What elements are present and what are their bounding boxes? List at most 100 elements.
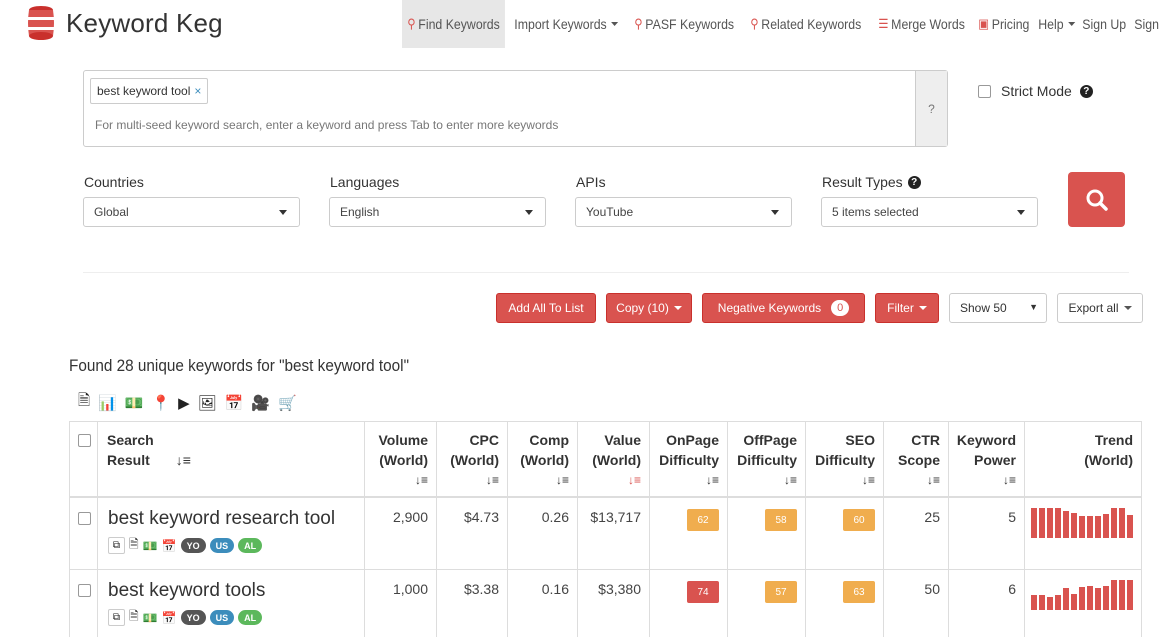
sort-icon[interactable]: ↓≡ <box>176 452 191 468</box>
col-offpage-difficulty[interactable]: OffPage Difficulty ↓≡ <box>728 422 806 496</box>
sort-icon[interactable]: ↓≡ <box>890 470 940 490</box>
header-label: (World) <box>520 452 569 468</box>
country-pill[interactable]: US <box>209 538 235 553</box>
negative-keywords-label: Negative Keywords <box>717 301 822 315</box>
brand-logo[interactable]: Keyword Keg <box>28 5 223 41</box>
header-label: (World) <box>592 452 641 468</box>
show-count-select[interactable]: Show 50 ▼ <box>949 293 1047 323</box>
table-header: Search Result ↓≡ Volume (World) ↓≡ CPC (Wor… <box>70 422 1141 498</box>
row-checkbox[interactable] <box>78 584 91 597</box>
add-all-to-list-button[interactable]: Add All To List <box>496 293 596 323</box>
sort-icon[interactable]: ↓≡ <box>955 470 1016 490</box>
youtube-source-pill[interactable]: YO <box>180 610 206 625</box>
sort-icon[interactable]: ↓≡ <box>514 470 569 490</box>
col-seo-difficulty[interactable]: SEO Difficulty ↓≡ <box>806 422 884 496</box>
trend-bar <box>1063 588 1069 610</box>
col-trend: Trend (World) <box>1025 422 1141 496</box>
nav-label: Merge Words <box>890 16 965 32</box>
language-pill[interactable]: AL <box>238 610 263 625</box>
map-marker-icon[interactable]: 📍 <box>151 394 170 412</box>
sort-icon[interactable]: ↓≡ <box>734 470 797 490</box>
trend-bar <box>1079 587 1085 610</box>
document-icon[interactable]: 🗎 <box>78 390 90 415</box>
table-row: best keyword tools ⧉ 🗎 💵 📅 YO US AL 1,00… <box>70 570 1141 637</box>
keyword-text[interactable]: best keyword research tool <box>108 508 354 530</box>
negative-keywords-button[interactable]: Negative Keywords 0 <box>702 293 865 323</box>
country-pill[interactable]: US <box>209 610 235 625</box>
copy-icon[interactable]: ⧉ <box>108 609 125 626</box>
copy-button[interactable]: Copy (10) <box>606 293 692 323</box>
nav-sign-up[interactable]: Sign Up <box>1077 0 1131 48</box>
sort-icon[interactable]: ↓≡ <box>443 470 499 490</box>
header-label: (World) <box>450 452 499 468</box>
trend-bar <box>1031 595 1037 610</box>
youtube-icon[interactable]: ▶ <box>178 394 190 412</box>
offpage-cell: 58 <box>728 498 806 569</box>
shopping-cart-icon[interactable]: 🛒 <box>278 394 297 412</box>
nav-pricing[interactable]: ▣ Pricing <box>973 0 1035 48</box>
video-camera-icon[interactable]: 🎥 <box>251 394 270 412</box>
caret-down-icon <box>1068 22 1076 26</box>
nav-sign-in[interactable]: Sign <box>1129 0 1161 48</box>
header-label: Result <box>107 452 150 468</box>
copy-icon[interactable]: ⧉ <box>108 537 125 554</box>
youtube-source-pill[interactable]: YO <box>180 538 206 553</box>
col-onpage-difficulty[interactable]: OnPage Difficulty ↓≡ <box>650 422 728 496</box>
nav-related-keywords[interactable]: ⚲ Related Keywords <box>745 0 867 48</box>
seed-keyword-input[interactable]: best keyword tool × For multi-seed keywor… <box>83 70 948 147</box>
caret-down-icon <box>279 210 287 215</box>
bar-chart-icon[interactable]: 📊 <box>98 394 117 412</box>
calendar-icon[interactable]: 📅 <box>225 394 244 412</box>
col-search-result[interactable]: Search Result ↓≡ <box>98 422 365 496</box>
calendar-icon[interactable]: 📅 <box>162 611 177 625</box>
header-label: Keyword <box>956 432 1016 448</box>
col-ctr-scope[interactable]: CTR Scope ↓≡ <box>884 422 949 496</box>
show-count-value: Show 50 <box>960 301 1007 315</box>
keyword-text[interactable]: best keyword tools <box>108 580 354 602</box>
col-cpc[interactable]: CPC (World) ↓≡ <box>437 422 508 496</box>
nav-import-keywords[interactable]: Import Keywords <box>509 0 623 48</box>
strict-mode-checkbox[interactable] <box>978 84 991 98</box>
nav-menu: ⚲ Find Keywords Import Keywords ⚲ PASF Key… <box>402 0 1159 48</box>
languages-select[interactable]: English <box>329 197 546 227</box>
trend-bar <box>1031 508 1037 538</box>
document-icon[interactable]: 🗎 <box>129 607 139 628</box>
difficulty-badge: 60 <box>843 509 875 531</box>
calendar-icon[interactable]: 📅 <box>162 539 177 553</box>
export-all-button[interactable]: Export all <box>1057 293 1143 323</box>
col-keyword-power[interactable]: Keyword Power ↓≡ <box>949 422 1025 496</box>
col-volume[interactable]: Volume (World) ↓≡ <box>365 422 437 496</box>
difficulty-badge: 58 <box>765 509 797 531</box>
money-icon[interactable]: 💵 <box>143 539 158 553</box>
row-checkbox[interactable] <box>78 512 91 525</box>
sort-icon[interactable]: ↓≡ <box>371 470 428 490</box>
sort-icon[interactable]: ↓≡ <box>656 470 719 490</box>
money-icon[interactable]: 💵 <box>125 394 144 412</box>
question-circle-icon[interactable]: ? <box>907 175 921 189</box>
sort-active-icon[interactable]: ↓≡ <box>584 470 641 490</box>
money-icon[interactable]: 💵 <box>143 611 158 625</box>
nav-merge-words[interactable]: ☰ Merge Words <box>873 0 970 48</box>
apis-value: YouTube <box>586 205 634 219</box>
document-icon[interactable]: 🗎 <box>129 535 139 556</box>
apis-select[interactable]: YouTube <box>575 197 792 227</box>
result-types-select[interactable]: 5 items selected <box>821 197 1038 227</box>
nav-help[interactable]: Help <box>1033 0 1080 48</box>
image-icon[interactable]: 🖼 <box>198 394 217 412</box>
trend-bar <box>1119 508 1125 538</box>
nav-label: Find Keywords <box>418 16 500 32</box>
language-pill[interactable]: AL <box>238 538 263 553</box>
filter-button[interactable]: Filter <box>875 293 939 323</box>
trend-bar <box>1047 597 1053 610</box>
question-circle-icon[interactable]: ? <box>1079 84 1093 98</box>
select-all-checkbox[interactable] <box>78 434 91 447</box>
seed-help-button[interactable]: ? <box>915 71 947 146</box>
nav-pasf-keywords[interactable]: ⚲ PASF Keywords <box>629 0 739 48</box>
col-comp[interactable]: Comp (World) ↓≡ <box>508 422 578 496</box>
search-button[interactable] <box>1068 172 1125 227</box>
nav-find-keywords[interactable]: ⚲ Find Keywords <box>402 0 506 48</box>
tag-remove-icon[interactable]: × <box>194 84 201 98</box>
col-value[interactable]: Value (World) ↓≡ <box>578 422 650 496</box>
sort-icon[interactable]: ↓≡ <box>812 470 875 490</box>
countries-select[interactable]: Global <box>83 197 300 227</box>
